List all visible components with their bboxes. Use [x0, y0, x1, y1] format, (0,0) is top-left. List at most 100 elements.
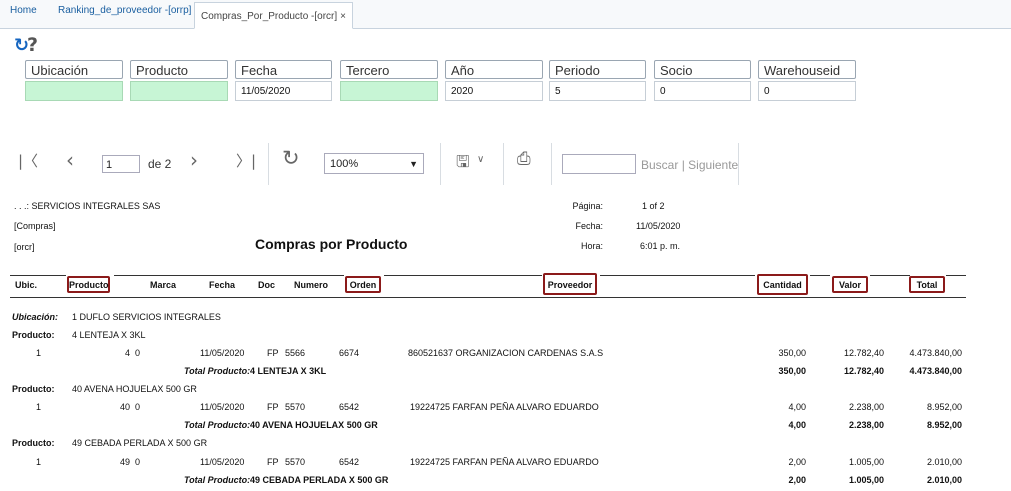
row-orden: 6674 [339, 348, 360, 358]
tab-ranking-proveedor[interactable]: Ranking_de_proveedor -[orrp]× [58, 5, 200, 16]
header-rule [114, 275, 344, 276]
row-valor: 12.782,40 [843, 348, 884, 358]
param-input-producto[interactable] [130, 81, 228, 101]
param-input-fecha[interactable]: 11/05/2020 [235, 81, 332, 101]
tab-bar: Home Ranking_de_proveedor -[orrp]× Compr… [0, 0, 1011, 29]
zoom-value: 100% [330, 158, 359, 170]
param-label-ubicacion: Ubicación [25, 60, 123, 79]
row-doc: FP [267, 457, 279, 467]
page-count: de 2 [148, 157, 172, 171]
question-icon[interactable]: ? [27, 34, 38, 56]
row-ubic: 1 [36, 348, 42, 358]
row-valor: 2.238,00 [848, 402, 884, 412]
param-input-periodo[interactable]: 5 [549, 81, 646, 101]
row-cantidad: 4,00 [788, 402, 806, 412]
column-header-marca: Marca [150, 280, 177, 290]
next-page-icon[interactable]: › [190, 148, 198, 172]
total-valor: 1.005,00 [848, 475, 884, 485]
param-input-ano[interactable]: 2020 [445, 81, 543, 101]
save-icon[interactable]: 🖫 [456, 151, 470, 178]
total-producto-label: Total Producto: [184, 366, 251, 376]
chevron-down-icon[interactable]: ∨ [477, 154, 484, 165]
page-value: 1 of 2 [642, 201, 665, 211]
page-label: Página: [572, 201, 603, 211]
header-rule [600, 275, 755, 276]
row-numero: 5570 [285, 402, 306, 412]
producto-group-name: 4 LENTEJA X 3KL [72, 330, 146, 340]
tab-compras-por-producto[interactable]: Compras_Por_Producto -[orcr] × [194, 2, 354, 29]
param-label-warehouseid: Warehouseid [758, 60, 856, 79]
producto-group-label: Producto: [12, 384, 55, 394]
header-rule [384, 275, 542, 276]
column-header-ubic: Ubic. [15, 280, 38, 290]
row-cantidad: 2,00 [788, 457, 806, 467]
tab-label: Compras_Por_Producto -[orcr] [201, 11, 338, 22]
toolbar-divider [440, 143, 441, 185]
header-rule [946, 275, 966, 276]
row-numero: 5570 [285, 457, 306, 467]
param-input-socio[interactable]: 0 [654, 81, 751, 101]
total-producto-label: Total Producto: [184, 420, 251, 430]
report-title: Compras por Producto [255, 236, 408, 252]
column-header-proveedor: Proveedor [543, 273, 597, 295]
page-number-input[interactable]: 1 [102, 155, 140, 173]
find-link[interactable]: Buscar [641, 158, 678, 172]
ubicacion-label: Ubicación: [12, 312, 59, 322]
row-proveedor: 19224725 FARFAN PEÑA ALVARO EDUARDO [410, 457, 599, 467]
find-input[interactable] [562, 154, 636, 174]
header-rule [810, 275, 830, 276]
param-label-producto: Producto [130, 60, 228, 79]
report-module: [Compras] [14, 221, 56, 231]
row-doc: FP [267, 348, 279, 358]
column-header-orden: Orden [345, 276, 381, 293]
param-label-ano: Año [445, 60, 543, 79]
row-doc: FP [267, 402, 279, 412]
param-input-warehouseid[interactable]: 0 [758, 81, 856, 101]
total-producto-name: 40 AVENA HOJUELAX 500 GR [250, 420, 378, 430]
param-label-socio: Socio [654, 60, 751, 79]
param-label-periodo: Periodo [549, 60, 646, 79]
param-label-fecha: Fecha [235, 60, 332, 79]
company-name: . . .: SERVICIOS INTEGRALES SAS [14, 201, 161, 211]
row-total: 2.010,00 [926, 457, 962, 467]
total-cantidad: 350,00 [778, 366, 806, 376]
first-page-icon[interactable]: |〈 [18, 150, 38, 171]
param-input-ubicacion[interactable] [25, 81, 123, 101]
row-ubic: 1 [36, 457, 42, 467]
close-icon[interactable]: × [340, 11, 346, 22]
next-link[interactable]: Siguiente [688, 158, 738, 172]
toolbar-divider [551, 143, 552, 185]
total-producto-name: 4 LENTEJA X 3KL [250, 366, 327, 376]
find-links: Buscar | Siguiente [641, 158, 738, 172]
row-producto: 40 [119, 402, 130, 412]
last-page-icon[interactable]: 〉| [236, 150, 256, 171]
report-code: [orcr] [14, 242, 35, 252]
total-producto-name: 49 CEBADA PERLADA X 500 GR [250, 475, 389, 485]
print-icon[interactable]: ⎙ [517, 149, 531, 169]
refresh-report-icon[interactable]: ↻ [282, 146, 300, 170]
tab-home[interactable]: Home [10, 5, 37, 16]
param-label-tercero: Tercero [340, 60, 438, 79]
total-producto-label: Total Producto: [184, 475, 251, 485]
previous-page-icon[interactable]: ‹ [66, 148, 74, 172]
row-marca: 0 [135, 402, 141, 412]
column-header-fecha: Fecha [209, 280, 236, 290]
total-total: 4.473.840,00 [909, 366, 962, 376]
total-cantidad: 2,00 [788, 475, 806, 485]
row-producto: 4 [124, 348, 130, 358]
param-input-tercero[interactable] [340, 81, 438, 101]
row-total: 4.473.840,00 [909, 348, 962, 358]
total-total: 8.952,00 [926, 420, 962, 430]
producto-group-label: Producto: [12, 330, 55, 340]
row-orden: 6542 [339, 402, 360, 412]
toolbar-divider [503, 143, 504, 185]
header-rule [10, 275, 66, 276]
row-marca: 0 [135, 457, 141, 467]
total-valor: 2.238,00 [848, 420, 884, 430]
column-header-cantidad: Cantidad [757, 274, 808, 295]
total-cantidad: 4,00 [788, 420, 806, 430]
row-proveedor: 19224725 FARFAN PEÑA ALVARO EDUARDO [410, 402, 599, 412]
row-producto: 49 [119, 457, 130, 467]
zoom-select[interactable]: 100% ▼ [324, 153, 424, 174]
header-rule [870, 275, 910, 276]
